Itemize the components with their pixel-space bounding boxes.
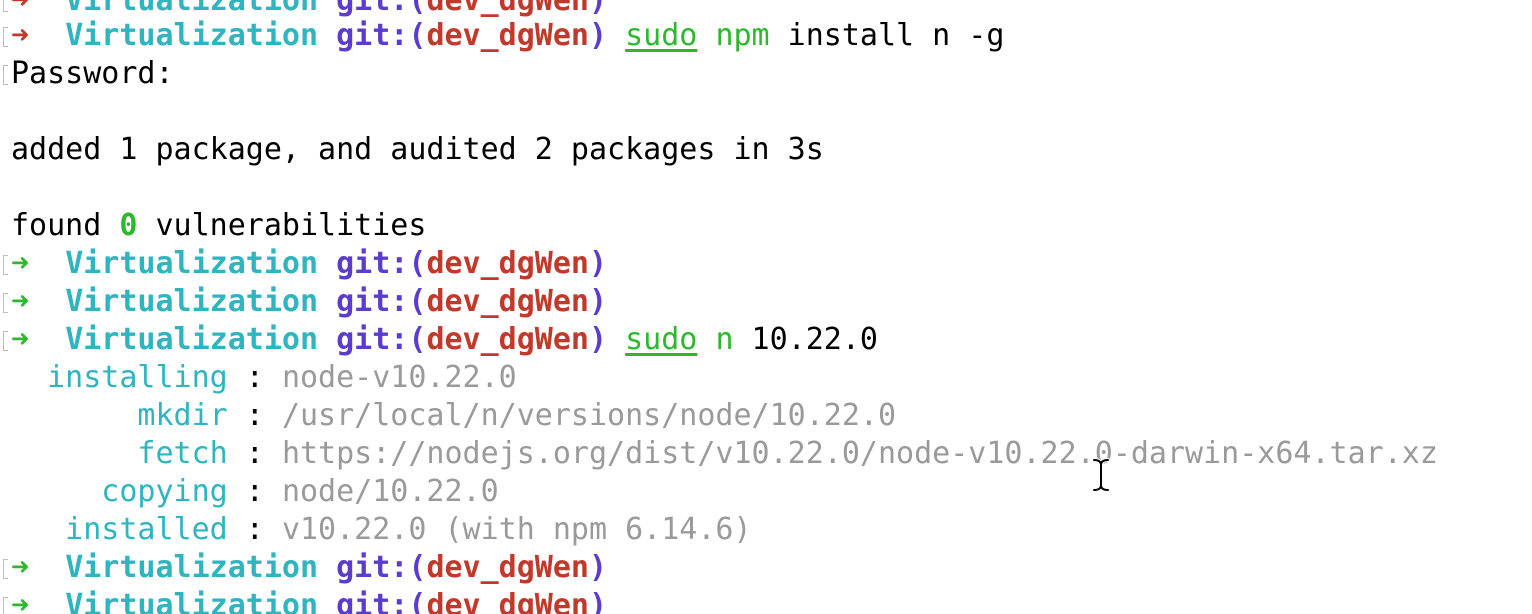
prompt-git-close: ) <box>589 322 608 357</box>
prompt-branch: dev_dgWen <box>426 0 589 18</box>
prompt-arrow-icon: ➜ <box>11 322 30 357</box>
n-log-line: fetch : https://nodejs.org/dist/v10.22.0… <box>0 435 1437 473</box>
line-marker <box>3 293 8 313</box>
prompt-directory: Virtualization <box>65 588 319 614</box>
prompt-git-label: git:( <box>336 0 427 18</box>
n-log-value: v10.22.0 (with npm 6.14.6) <box>281 512 752 547</box>
command-line: ➜ Virtualization git:(dev_dgWen) sudo n … <box>0 321 878 359</box>
command-program: n <box>715 322 734 357</box>
n-log-separator: : <box>227 436 282 471</box>
prompt-git-close: ) <box>589 18 608 53</box>
found-suffix: vulnerabilities <box>137 208 427 243</box>
prompt-directory: Virtualization <box>65 322 319 357</box>
output-line: added 1 package, and audited 2 packages … <box>0 131 824 169</box>
prompt-git-close: ) <box>589 550 608 585</box>
n-log-value: /usr/local/n/versions/node/10.22.0 <box>281 398 897 433</box>
n-log-key: installing <box>11 360 228 395</box>
n-log-line: installed : v10.22.0 (with npm 6.14.6) <box>0 511 751 549</box>
vulnerability-count: 0 <box>119 208 138 243</box>
n-log-separator: : <box>227 360 282 395</box>
prompt-git-label: git:( <box>336 284 427 319</box>
npm-added-summary: added 1 package, and audited 2 packages … <box>11 132 824 167</box>
text-ibeam-cursor-icon <box>1092 458 1110 492</box>
prompt-arrow-icon: ➜ <box>11 284 30 319</box>
prompt-git-close: ) <box>589 0 608 18</box>
prompt-git-close: ) <box>589 588 608 614</box>
prompt-line: ➜ Virtualization git:(dev_dgWen) <box>0 587 607 614</box>
prompt-line: ➜ Virtualization git:(dev_dgWen) <box>0 245 607 283</box>
prompt-git-label: git:( <box>336 18 427 53</box>
line-marker <box>3 255 8 275</box>
prompt-branch: dev_dgWen <box>426 246 589 281</box>
prompt-git-label: git:( <box>336 588 427 614</box>
n-log-key: installed <box>11 512 228 547</box>
prompt-branch: dev_dgWen <box>426 322 589 357</box>
n-log-value: node-v10.22.0 <box>281 360 517 395</box>
n-log-line: installing : node-v10.22.0 <box>0 359 517 397</box>
line-marker <box>3 65 8 85</box>
prompt-directory: Virtualization <box>65 246 319 281</box>
prompt-branch: dev_dgWen <box>426 588 589 614</box>
output-line: found 0 vulnerabilities <box>0 207 426 245</box>
command-args: 10.22.0 <box>733 322 878 357</box>
line-marker <box>3 331 8 351</box>
prompt-arrow-icon: ➜ <box>11 588 30 614</box>
prompt-arrow-icon: ➜ <box>11 0 30 18</box>
prompt-line: ➜ Virtualization git:(dev_dgWen) <box>0 549 607 587</box>
prompt-directory: Virtualization <box>65 284 319 319</box>
prompt-directory: Virtualization <box>65 0 319 18</box>
prompt-arrow-icon: ➜ <box>11 246 30 281</box>
prompt-directory: Virtualization <box>65 550 319 585</box>
n-log-separator: : <box>227 398 282 433</box>
prompt-git-label: git:( <box>336 550 427 585</box>
command-line: ➜ Virtualization git:(dev_dgWen) sudo np… <box>0 17 1004 55</box>
line-marker <box>3 0 8 12</box>
prompt-branch: dev_dgWen <box>426 284 589 319</box>
prompt-branch: dev_dgWen <box>426 550 589 585</box>
n-log-separator: : <box>227 474 282 509</box>
command-sudo: sudo <box>625 322 698 357</box>
prompt-git-label: git:( <box>336 246 427 281</box>
command-program: npm <box>715 18 770 53</box>
password-line: Password: <box>0 55 174 93</box>
found-prefix: found <box>11 208 120 243</box>
n-log-value: node/10.22.0 <box>281 474 499 509</box>
prompt-arrow-icon: ➜ <box>11 550 30 585</box>
line-marker <box>3 27 8 47</box>
n-log-key: mkdir <box>11 398 228 433</box>
password-prompt: Password: <box>11 56 174 91</box>
prompt-git-label: git:( <box>336 322 427 357</box>
n-log-line: copying : node/10.22.0 <box>0 473 498 511</box>
prompt-git-close: ) <box>589 246 608 281</box>
prompt-git-close: ) <box>589 284 608 319</box>
n-log-key: copying <box>11 474 228 509</box>
n-log-line: mkdir : /usr/local/n/versions/node/10.22… <box>0 397 896 435</box>
n-log-key: fetch <box>11 436 228 471</box>
prompt-line: ➜ Virtualization git:(dev_dgWen) <box>0 283 607 321</box>
prompt-arrow-icon: ➜ <box>11 18 30 53</box>
line-marker <box>3 559 8 579</box>
terminal-window[interactable]: ➜ Virtualization git:(dev_dgWen) ➜ Virtu… <box>0 0 1532 614</box>
command-sudo: sudo <box>625 18 698 53</box>
prompt-branch: dev_dgWen <box>426 18 589 53</box>
command-args: install n -g <box>769 18 1005 53</box>
n-log-value: https://nodejs.org/dist/v10.22.0/node-v1… <box>281 436 1438 471</box>
line-marker <box>3 597 8 614</box>
prompt-directory: Virtualization <box>65 18 319 53</box>
n-log-separator: : <box>227 512 282 547</box>
